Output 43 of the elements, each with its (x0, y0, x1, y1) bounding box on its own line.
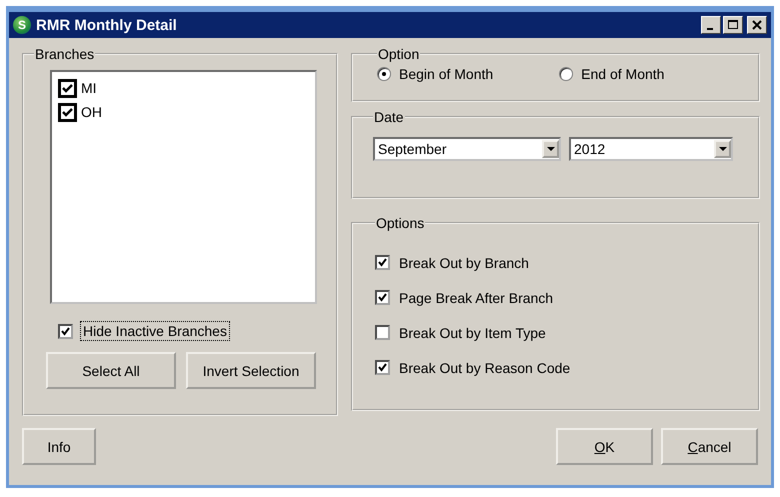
checkbox[interactable] (375, 290, 390, 305)
month-dropdown[interactable]: September (373, 137, 561, 161)
close-button[interactable] (747, 16, 767, 34)
checkmark-icon (61, 106, 74, 118)
group-label: Branches (34, 46, 96, 62)
app-logo: S (13, 16, 31, 34)
group-label: Option (377, 46, 420, 62)
checkmark-icon (377, 362, 388, 373)
checkbox-label: Break Out by Branch (399, 254, 529, 270)
checkmark-icon (61, 82, 74, 94)
checkbox[interactable] (58, 78, 77, 98)
maximize-button[interactable] (723, 16, 743, 34)
checkbox-label: Break Out by Item Type (399, 324, 546, 340)
push-button[interactable]: Cancel (661, 428, 758, 465)
checkbox-label: Hide Inactive Branches (81, 322, 229, 340)
info-button[interactable]: Info (22, 428, 96, 465)
checkmark-icon (377, 292, 388, 303)
radio-label: Begin of Month (399, 66, 494, 82)
radio-label: End of Month (581, 66, 664, 82)
checkbox[interactable] (375, 255, 390, 270)
close-icon (751, 20, 763, 30)
radio-button[interactable] (377, 67, 391, 81)
branch-label: OH (81, 104, 102, 120)
push-button[interactable]: OK (556, 428, 653, 465)
checkbox-label: Page Break After Branch (399, 290, 554, 306)
minimize-button[interactable] (701, 16, 721, 34)
checkbox-label: Break Out by Reason Code (399, 360, 570, 376)
checkmark-icon (60, 326, 71, 336)
minimize-icon (706, 28, 712, 30)
year-dropdown[interactable]: 2012 (569, 137, 733, 161)
radio-button[interactable] (559, 67, 574, 81)
checkbox[interactable] (375, 360, 390, 375)
branch-label: MI (81, 80, 97, 96)
checkbox[interactable] (375, 325, 390, 340)
push-button[interactable]: Invert Selection (186, 352, 316, 389)
maximize-icon (727, 20, 739, 30)
checkbox[interactable] (58, 102, 77, 122)
checkbox[interactable] (58, 324, 73, 338)
push-button[interactable]: Select All (46, 352, 176, 389)
group-label: Date (373, 109, 405, 125)
group-label: Options (375, 215, 426, 231)
window-title: RMR Monthly Detail (36, 16, 178, 34)
checkmark-icon (377, 257, 388, 268)
